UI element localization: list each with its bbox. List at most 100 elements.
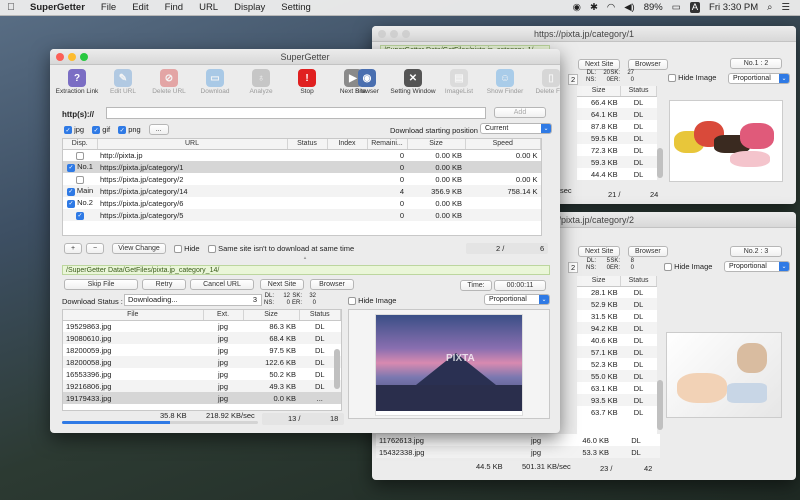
table-row[interactable]: 18200058.jpg jpg 122.6 KB DL: [63, 356, 341, 368]
toolbar-analyze-button[interactable]: ♁ Analyze: [238, 69, 284, 95]
battery-icon[interactable]: ▭: [672, 2, 681, 13]
same-site-checkbox[interactable]: Same site isn't to download at same time: [208, 244, 354, 254]
table-row[interactable]: 63.7 KB DL: [577, 406, 657, 418]
add-url-button[interactable]: +: [64, 243, 82, 254]
table-row[interactable]: 11762613.jpg jpg 46.0 KB DL: [376, 434, 660, 446]
close-icon[interactable]: [56, 53, 64, 61]
col-size[interactable]: Size: [577, 86, 622, 97]
table-row[interactable]: 52.3 KB DL: [577, 358, 657, 370]
more-filters-button[interactable]: ...: [148, 124, 169, 135]
toolbar-extraction-link-button[interactable]: ? Extraction Link: [54, 69, 100, 95]
scale-select[interactable]: Proportional ⌄: [724, 261, 790, 272]
table-row[interactable]: 18200059.jpg jpg 97.5 KB DL: [63, 344, 341, 356]
retry-button[interactable]: Retry: [142, 279, 186, 290]
menu-file[interactable]: File: [93, 2, 124, 13]
table-row[interactable]: 19216806.jpg jpg 49.3 KB DL: [63, 380, 341, 392]
table-row[interactable]: 72.3 KB DL: [577, 144, 657, 156]
browser-button[interactable]: Browser: [310, 279, 354, 290]
scale-select[interactable]: Proportional ⌄: [484, 294, 550, 305]
table-row[interactable]: 15432338.jpg jpg 53.3 KB DL: [376, 446, 660, 458]
hide-image-checkbox[interactable]: Hide Image: [668, 73, 716, 83]
col-url[interactable]: URL: [97, 139, 288, 150]
table-row[interactable]: 40.6 KB DL: [577, 334, 657, 346]
window-title-bar[interactable]: SuperGetter: [50, 49, 560, 65]
window-title-bar[interactable]: https://pixta.jp/category/1: [372, 26, 796, 42]
toolbar-delete-url-button[interactable]: ⊘ Delete URL: [146, 69, 192, 95]
col-disp[interactable]: Disp.: [63, 139, 98, 150]
skip-file-button[interactable]: Skip File: [64, 279, 138, 290]
table-row[interactable]: 19529863.jpg jpg 86.3 KB DL: [63, 320, 341, 332]
zoom-icon[interactable]: [402, 30, 410, 38]
row-checkbox[interactable]: ✓: [76, 211, 84, 220]
col-index[interactable]: Index: [327, 139, 368, 150]
wifi-icon[interactable]: ◠: [607, 2, 615, 13]
scrollbar[interactable]: [657, 380, 663, 430]
app-menu[interactable]: SuperGetter: [22, 2, 93, 13]
disp-cell[interactable]: [63, 149, 97, 161]
col-speed[interactable]: Speed: [465, 139, 541, 150]
table-row[interactable]: 44.4 KB DL: [577, 168, 657, 180]
table-row[interactable]: 19080610.jpg jpg 68.4 KB DL: [63, 332, 341, 344]
disp-cell[interactable]: [63, 173, 97, 185]
table-row[interactable]: 57.1 KB DL: [577, 346, 657, 358]
eye-icon[interactable]: ◉: [573, 2, 581, 13]
menu-display[interactable]: Display: [226, 2, 273, 13]
table-row[interactable]: 28.1 KB DL: [577, 286, 657, 298]
toolbar-show-finder-button[interactable]: ☺ Show Finder: [482, 69, 528, 95]
scale-select[interactable]: Proportional ⌄: [728, 73, 790, 84]
disp-cell[interactable]: ✓ Main: [63, 185, 97, 197]
col-status[interactable]: Status: [620, 276, 657, 287]
toolbar-stop-button[interactable]: ! Stop: [284, 69, 330, 95]
next-site-button[interactable]: Next Site: [578, 246, 621, 257]
cancel-url-button[interactable]: Cancel URL: [190, 279, 254, 290]
hide-checkbox[interactable]: Hide: [174, 244, 200, 254]
col-size[interactable]: Size: [577, 276, 622, 287]
disp-cell[interactable]: ✓ No.2: [63, 197, 97, 209]
minimize-icon[interactable]: [390, 30, 398, 38]
scrollbar[interactable]: [657, 148, 663, 178]
table-row[interactable]: 55.0 KB DL: [577, 370, 657, 382]
input-source-icon[interactable]: A: [689, 2, 701, 13]
table-row[interactable]: http://pixta.jp 0 0.00 KB 0.00 K: [63, 149, 541, 161]
menu-url[interactable]: URL: [191, 2, 226, 13]
toolbar-delete-file-button[interactable]: ▯Delete File: [528, 69, 560, 95]
menu-find[interactable]: Find: [157, 2, 191, 13]
table-row[interactable]: ✓ No.1 https://pixta.jp/category/1 0 0.00 K…: [63, 161, 541, 173]
table-row[interactable]: 93.5 KB DL: [577, 394, 657, 406]
row-checkbox[interactable]: ✓: [66, 187, 75, 196]
menu-edit[interactable]: Edit: [124, 2, 156, 13]
toolbar-setting-window-button[interactable]: ✕ Setting Window: [390, 69, 436, 95]
filter-jpg[interactable]: ✓ jpg: [64, 125, 84, 134]
clock[interactable]: Fri 3:30 PM: [709, 2, 758, 13]
col-size[interactable]: Size: [407, 139, 466, 150]
table-row[interactable]: 31.5 KB DL: [577, 310, 657, 322]
row-checkbox[interactable]: [76, 151, 84, 160]
splitter-handle[interactable]: ▴: [302, 255, 308, 261]
toolbar-edit-url-button[interactable]: ✎ Edit URL: [100, 69, 146, 95]
col-file[interactable]: File: [63, 310, 204, 321]
row-checkbox[interactable]: ✓: [67, 199, 76, 208]
minimize-icon[interactable]: [68, 53, 76, 61]
row-checkbox[interactable]: ✓: [67, 163, 76, 172]
col-ext[interactable]: Ext.: [203, 310, 244, 321]
url-input[interactable]: [106, 107, 486, 119]
zoom-icon[interactable]: [80, 53, 88, 61]
next-site-button[interactable]: Next Site: [578, 59, 621, 70]
view-change-button[interactable]: View Change: [112, 243, 166, 254]
menu-setting[interactable]: Setting: [273, 2, 319, 13]
scrollbar[interactable]: [334, 349, 340, 389]
col-status[interactable]: Status: [287, 139, 328, 150]
remove-url-button[interactable]: −: [86, 243, 104, 254]
close-icon[interactable]: [378, 30, 386, 38]
browser-button[interactable]: Browser: [628, 246, 668, 257]
col-size[interactable]: Size: [243, 310, 300, 321]
spotlight-icon[interactable]: ⌕: [767, 2, 772, 13]
table-row[interactable]: 16553396.jpg jpg 50.2 KB DL: [63, 368, 341, 380]
volume-icon[interactable]: ◀): [624, 2, 634, 13]
battery-text[interactable]: 89%: [644, 2, 663, 13]
table-row[interactable]: 66.4 KB DL: [577, 96, 657, 108]
apple-menu-icon[interactable]: : [0, 2, 22, 13]
hide-image-checkbox[interactable]: Hide Image: [664, 262, 712, 272]
filter-png[interactable]: ✓ png: [118, 125, 141, 134]
bluetooth-icon[interactable]: ✱: [590, 2, 598, 13]
